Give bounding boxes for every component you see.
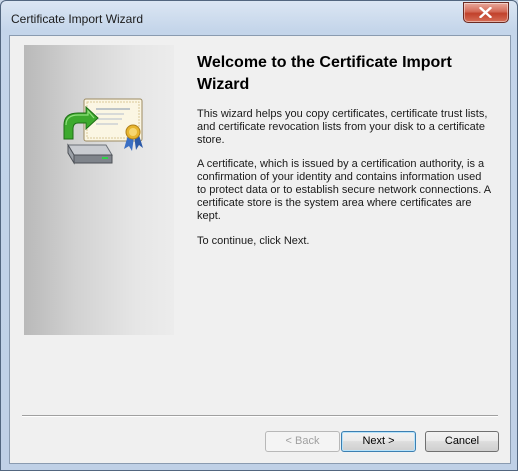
- close-icon: [479, 7, 492, 18]
- side-panel: [24, 45, 174, 335]
- close-button[interactable]: [463, 2, 509, 23]
- window-title: Certificate Import Wizard: [11, 12, 144, 26]
- next-button[interactable]: Next >: [341, 431, 416, 452]
- certificate-import-icon: [63, 98, 143, 165]
- wizard-client-area: Welcome to the Certificate Import Wizard…: [9, 35, 511, 464]
- back-button[interactable]: < Back: [265, 431, 340, 452]
- cancel-button[interactable]: Cancel: [425, 431, 499, 452]
- wizard-window: Certificate Import Wizard Welcome to the…: [0, 0, 518, 471]
- continue-instruction: To continue, click Next.: [197, 235, 310, 247]
- intro-paragraph: This wizard helps you copy certificates,…: [197, 108, 488, 146]
- title-bar[interactable]: Certificate Import Wizard: [1, 1, 517, 35]
- certificate-description-paragraph: A certificate, which is issued by a cert…: [197, 158, 491, 222]
- button-divider: [22, 415, 498, 417]
- wizard-heading: Welcome to the Certificate Import Wizard: [197, 54, 452, 93]
